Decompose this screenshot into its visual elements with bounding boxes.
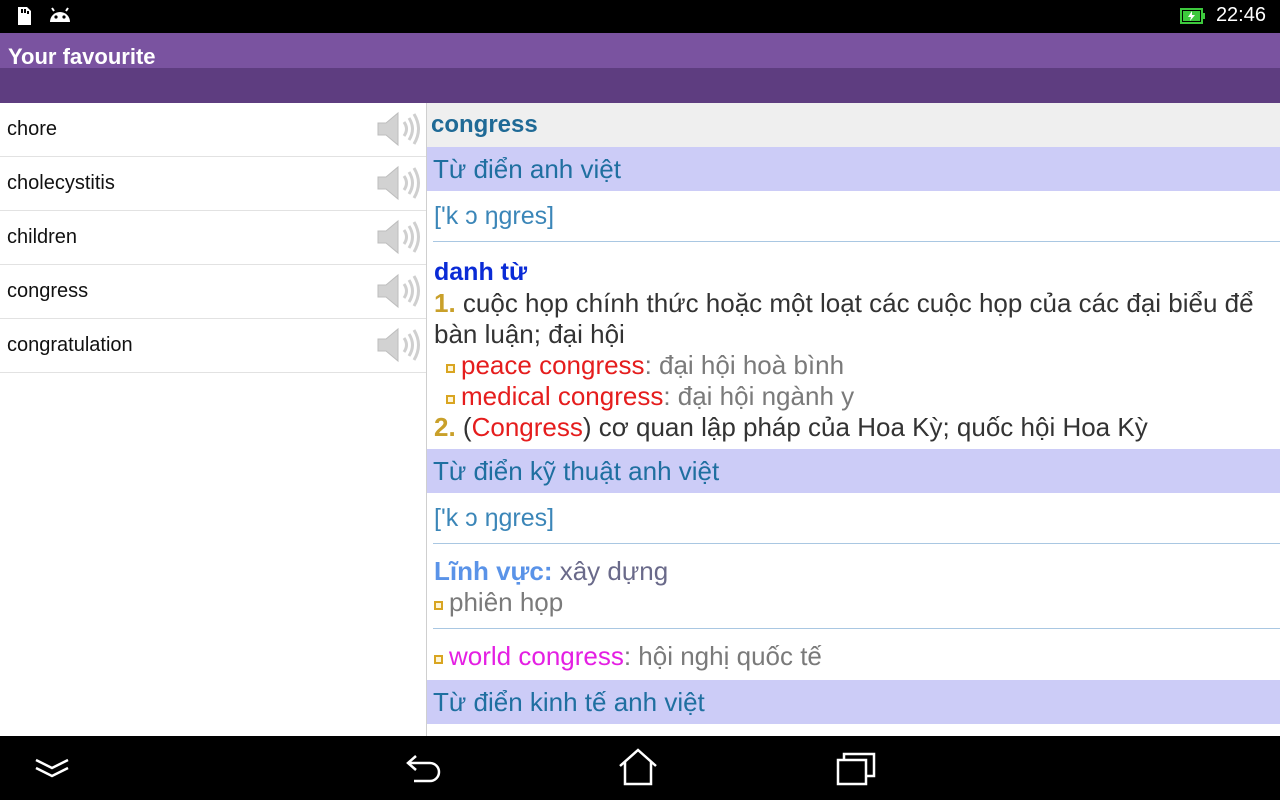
favourites-list: chore cholecystitis children congress co… (0, 103, 427, 736)
home-icon[interactable] (614, 746, 662, 790)
action-bar: Your favourite (0, 33, 1280, 103)
list-item[interactable]: cholecystitis (0, 157, 426, 211)
speaker-icon[interactable] (376, 163, 422, 203)
android-icon (50, 7, 70, 22)
section-header: Từ điển kinh tế anh việt (427, 680, 1280, 724)
speaker-icon[interactable] (376, 325, 422, 365)
hide-keyboard-icon[interactable] (28, 746, 76, 790)
field-line: Lĩnh vực: xây dựng (434, 556, 669, 586)
list-item[interactable]: congratulation (0, 319, 426, 373)
back-icon[interactable] (400, 746, 448, 790)
recent-apps-icon[interactable] (832, 746, 880, 790)
favourite-word: cholecystitis (7, 172, 115, 194)
status-bar: 22:46 (0, 0, 1280, 33)
example: world congress: hội nghị quốc tế (434, 641, 1280, 672)
speaker-icon[interactable] (376, 217, 422, 257)
list-item[interactable]: children (0, 211, 426, 265)
section-header: Từ điển anh việt (427, 147, 1280, 191)
definition-panel: congress Từ điển anh việt ['k ɔ ŋgres] d… (427, 103, 1280, 736)
list-item[interactable]: congress (0, 265, 426, 319)
status-clock: 22:46 (1215, 4, 1266, 26)
bullet-icon (446, 364, 455, 373)
speaker-icon[interactable] (376, 109, 422, 149)
page-title: Your favourite (8, 44, 156, 69)
list-item[interactable]: chore (0, 103, 426, 157)
part-of-speech: danh từ (434, 258, 528, 286)
definition: 1. cuộc họp chính thức hoặc một loạt các… (434, 288, 1254, 349)
favourite-word: congratulation (7, 334, 133, 356)
headword-bar: congress (427, 103, 1280, 147)
sd-card-icon (18, 7, 31, 25)
bullet-icon (446, 395, 455, 404)
favourite-word: chore (7, 118, 58, 140)
example: phiên họp (434, 587, 1280, 618)
section-header: Từ điển kỹ thuật anh việt (427, 449, 1280, 493)
battery-charging-icon (1179, 7, 1205, 24)
example: medical congress: đại hội ngành y (434, 381, 1280, 412)
example: peace congress: đại hội hoà bình (434, 350, 1280, 381)
speaker-icon[interactable] (376, 271, 422, 311)
headword: congress (431, 111, 538, 138)
favourite-word: children (7, 226, 78, 248)
favourite-word: congress (7, 280, 89, 302)
phonetic: ['k ɔ ŋgres] (434, 201, 555, 230)
bullet-icon (434, 601, 443, 610)
phonetic: ['k ɔ ŋgres] (434, 503, 555, 532)
navigation-bar (0, 736, 1280, 800)
definition: 2. (Congress) cơ quan lập pháp của Hoa K… (434, 412, 1148, 442)
bullet-icon (434, 655, 443, 664)
